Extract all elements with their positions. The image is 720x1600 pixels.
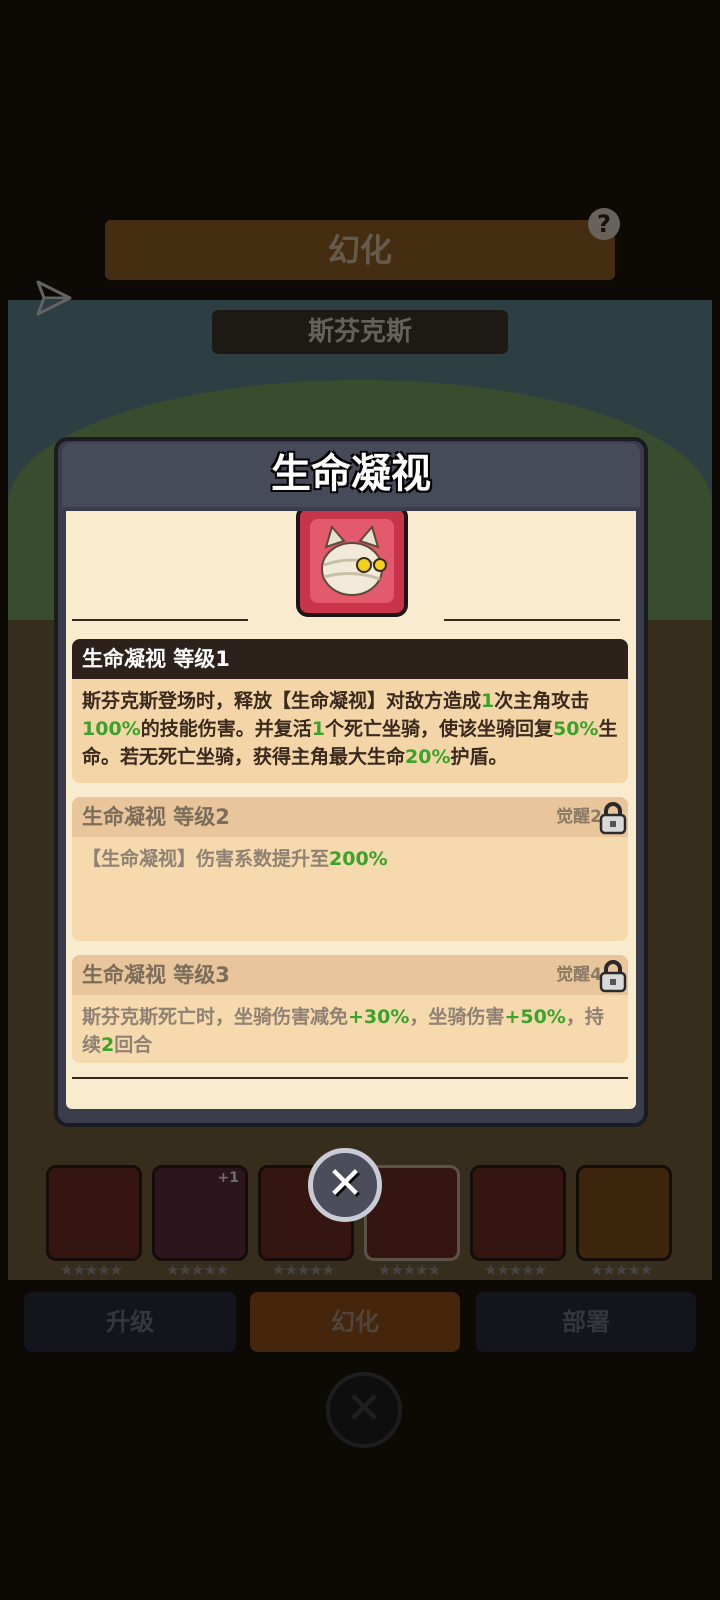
bottom-divider [72,1077,628,1079]
level-1-title: 生命凝视 等级1 [72,639,628,679]
level-2-header: 生命凝视 等级2 觉醒2 [72,797,628,837]
value-highlight: 20% [405,746,451,768]
divider-left [72,619,248,621]
modal-header: 生命凝视 [62,443,640,507]
value-highlight: 100% [82,718,141,740]
level-3-description: 斯芬克斯死亡时，坐骑伤害减免+30%，坐骑伤害+50%，持续2回合 [72,995,628,1063]
text-part: ，坐骑伤害 [409,1006,505,1028]
text-part: 个死亡坐骑，使该坐骑回复 [324,718,553,740]
lock-icon [599,960,627,993]
value-highlight: 1 [481,690,495,712]
text-part: 回合 [114,1034,153,1056]
text-part: 护盾。 [450,746,508,768]
skill-modal: 生命凝视 生命凝视 等级1 斯芬克斯登场时，释放【生命凝视】对敌方造成1次主角攻… [54,437,648,1127]
lock-icon [599,802,627,835]
awaken-requirement: 觉醒4 [556,965,602,985]
value-highlight: 200% [329,848,388,870]
skill-icon-frame [296,511,408,617]
value-highlight: 1 [311,718,325,740]
close-button[interactable]: ✕ [308,1148,382,1222]
skill-level-1: 生命凝视 等级1 斯芬克斯登场时，释放【生命凝视】对敌方造成1次主角攻击100%… [72,639,628,783]
skill-level-2: 生命凝视 等级2 觉醒2 【生命凝视】伤害系数提升至200% [72,797,628,941]
text-part: 【生命凝视】伤害系数提升至 [82,848,330,870]
text-part: 次主角攻击 [494,690,590,712]
divider-right [444,619,620,621]
text-part: 斯芬克斯死亡时，坐骑伤害减免 [82,1006,349,1028]
awaken-requirement: 觉醒2 [556,807,602,827]
level-3-header: 生命凝视 等级3 觉醒4 [72,955,628,995]
modal-body: 生命凝视 等级1 斯芬克斯登场时，释放【生命凝视】对敌方造成1次主角攻击100%… [66,511,636,1109]
level-3-title: 生命凝视 等级3 [82,963,230,987]
modal-title: 生命凝视 [271,451,431,497]
skill-level-3: 生命凝视 等级3 觉醒4 斯芬克斯死亡时，坐骑伤害减免+30%，坐骑伤害+50%… [72,955,628,1063]
close-icon: ✕ [326,1158,364,1209]
mummy-cat-icon-svg [321,524,387,596]
value-highlight: 2 [101,1034,115,1056]
text-part: 斯芬克斯登场时，释放【生命凝视】对敌方造成 [82,690,482,712]
value-highlight: 50% [552,718,599,740]
level-1-description: 斯芬克斯登场时，释放【生命凝视】对敌方造成1次主角攻击100%的技能伤害。并复活… [72,679,628,779]
mummy-cat-icon [310,519,394,603]
value-highlight: +50% [504,1006,566,1028]
text-part: 的技能伤害。并复活 [140,718,312,740]
level-2-title: 生命凝视 等级2 [82,805,230,829]
level-2-description: 【生命凝视】伤害系数提升至200% [72,837,628,881]
value-highlight: +30% [348,1006,410,1028]
